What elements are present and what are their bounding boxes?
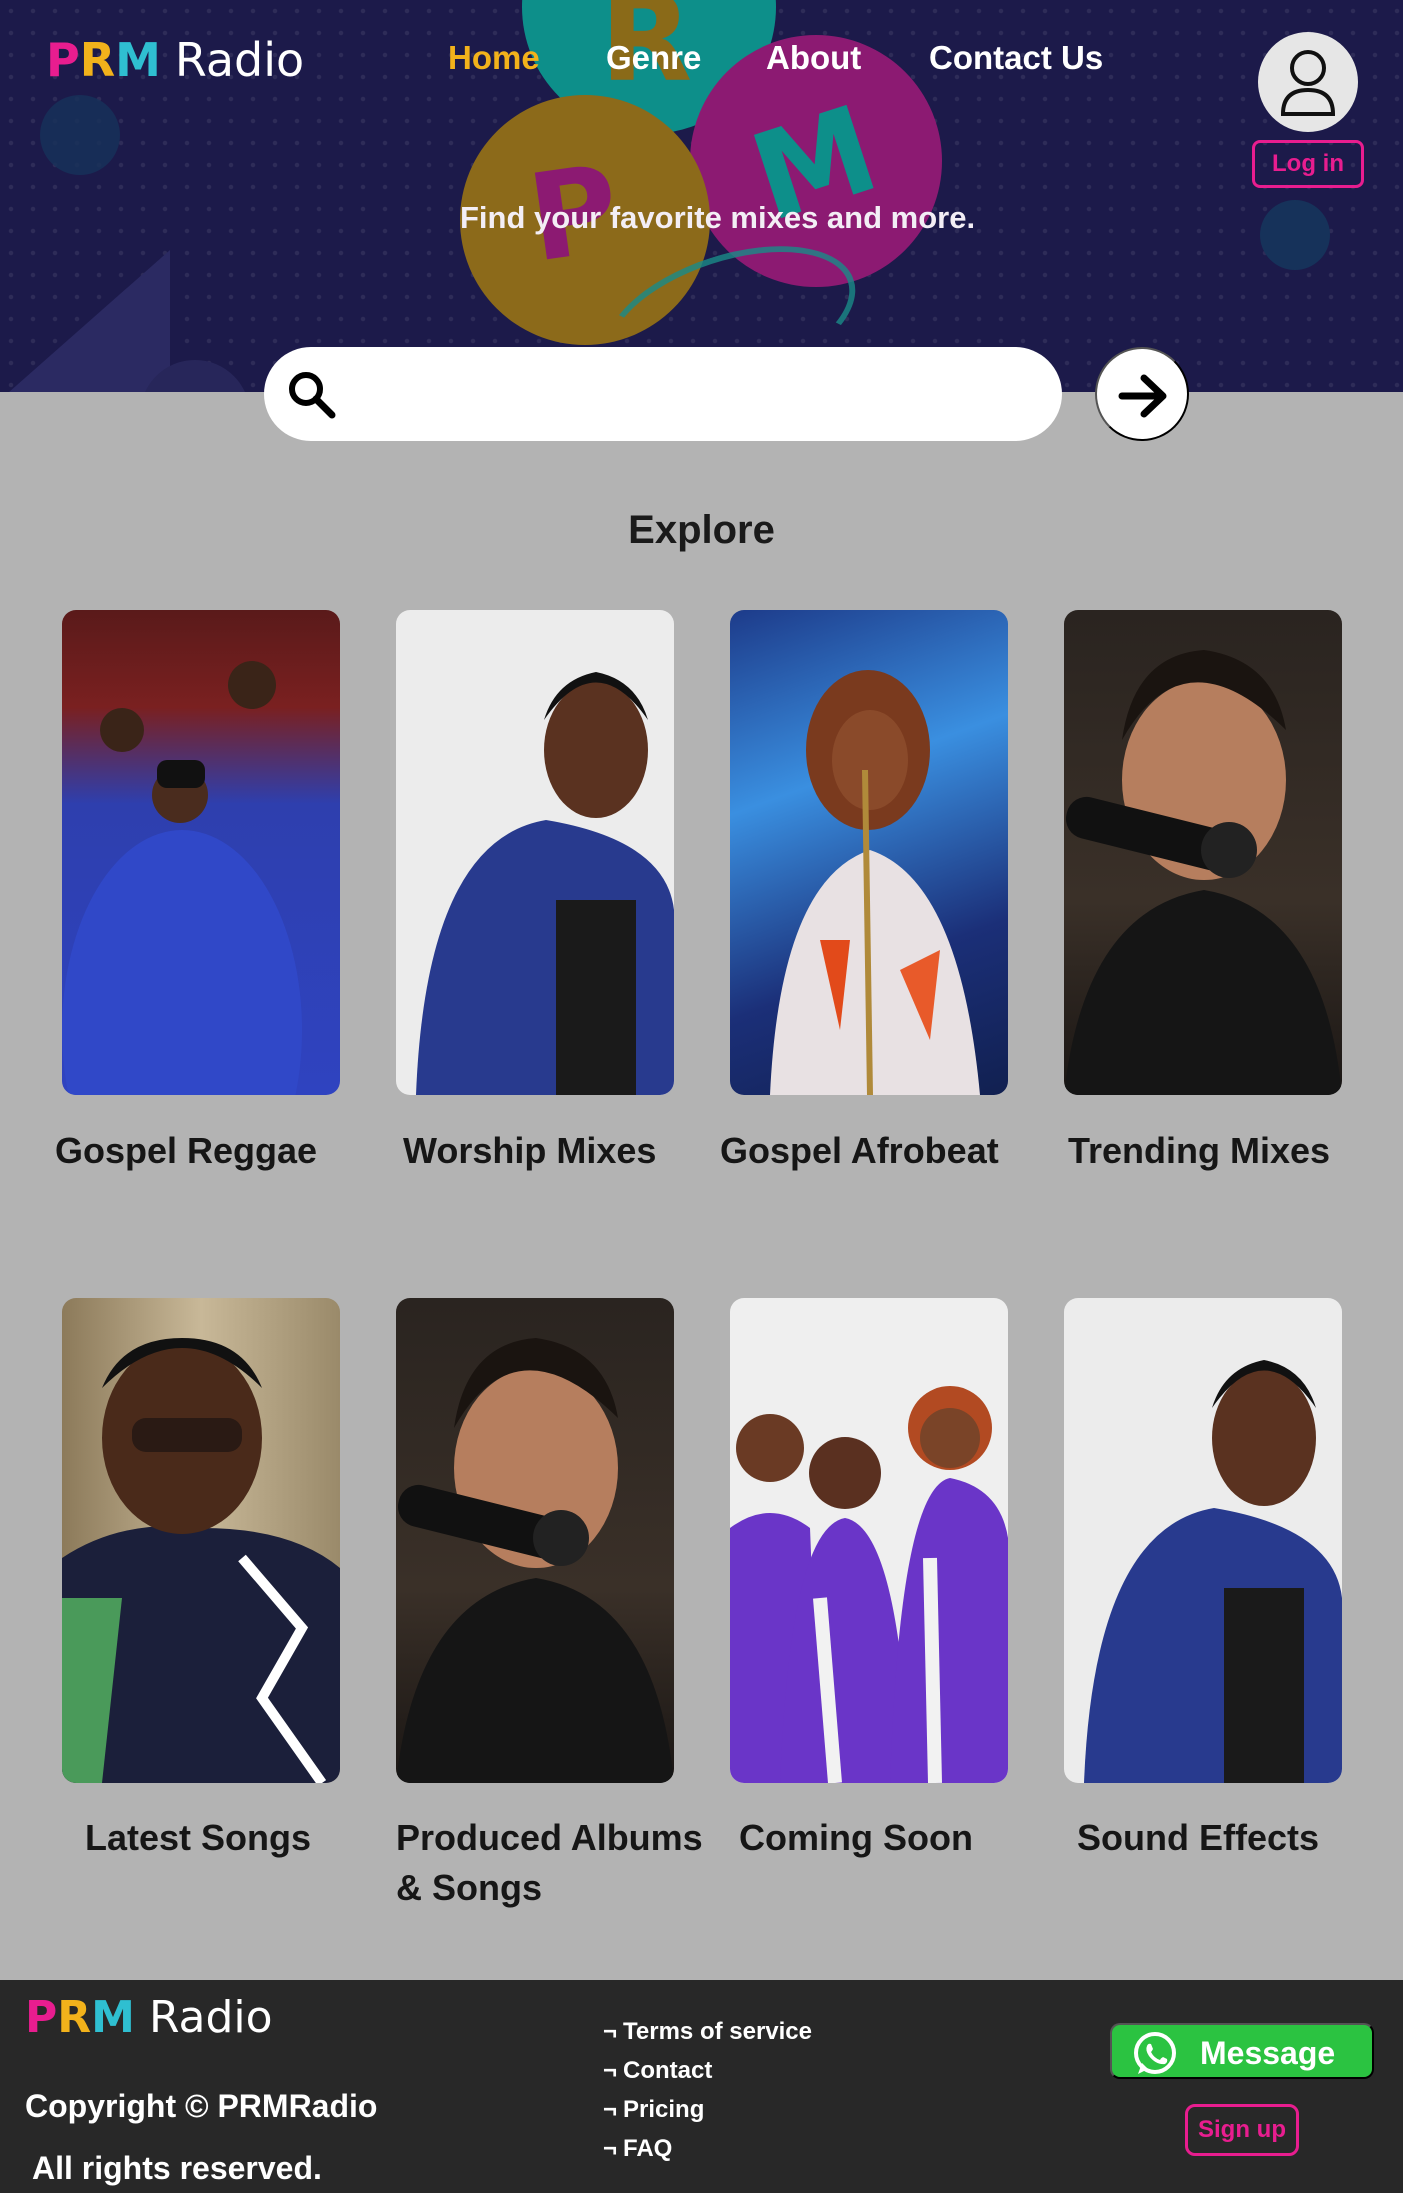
singer-mic-photo [1064,650,1342,1095]
decorative-triangle [0,250,170,392]
choir-photo [62,661,302,1095]
genre-card-label[interactable]: Sound Effects [1077,1813,1319,1863]
genre-card-image[interactable] [730,1298,1008,1783]
logo-letter-r: R [79,33,116,87]
choir-trio-photo [730,1386,1008,1783]
genre-card-image[interactable] [396,1298,674,1783]
genre-card-image[interactable] [1064,610,1342,1095]
footer-logo[interactable]: PRM Radio [25,1992,273,2044]
logo-word: Radio [174,33,305,87]
nav-contact-us[interactable]: Contact Us [929,36,1103,80]
genre-card-image[interactable] [62,1298,340,1783]
footer-links: ¬ Terms of service ¬ Contact ¬ Pricing ¬ FAQ [603,2012,812,2168]
message-label: Message [1200,2035,1336,2071]
performer-photo [770,670,980,1095]
search-bar [264,347,1062,441]
genre-card-image[interactable] [1064,1298,1342,1783]
singer-photo [1084,1360,1342,1783]
decorative-circle [1260,200,1330,270]
whatsapp-icon [1134,2032,1176,2074]
footer-link-contact[interactable]: ¬ Contact [603,2051,812,2090]
genre-card-label[interactable]: Gospel Afrobeat [720,1126,999,1176]
nav-home[interactable]: Home [448,36,606,80]
genre-card-label[interactable]: Produced Albums & Songs [396,1813,716,1913]
rights-text: All rights reserved. [32,2150,322,2186]
user-avatar[interactable] [1258,32,1358,132]
logo-letter-m: M [115,33,161,87]
singer-mic-photo [396,1338,674,1783]
logo-letter-p: P [46,33,80,87]
user-icon [1280,50,1336,116]
login-button[interactable]: Log in [1252,140,1364,188]
artist-sunglasses-photo [62,1338,340,1783]
search-input[interactable] [344,367,1034,421]
search-icon [289,372,336,419]
genre-card-label[interactable]: Coming Soon [739,1813,973,1863]
genre-card-label[interactable]: Worship Mixes [403,1126,656,1176]
signup-button[interactable]: Sign up [1185,2104,1299,2156]
search-submit-button[interactable] [1095,347,1189,441]
footer-link-terms[interactable]: ¬ Terms of service [603,2012,812,2051]
logo-letter-m: M [91,1992,135,2043]
singer-photo [416,672,674,1095]
whatsapp-message-button[interactable]: Message [1110,2023,1374,2079]
explore-heading: Explore [628,508,775,552]
hero-tagline: Find your favorite mixes and more. [460,200,976,235]
logo-letter-p: P [25,1992,58,2043]
logo-word: Radio [148,1992,273,2043]
footer-link-pricing[interactable]: ¬ Pricing [603,2090,812,2129]
genre-card-label[interactable]: Trending Mixes [1068,1126,1330,1176]
genre-card-image[interactable] [62,610,340,1095]
site-logo[interactable]: PRM Radio [46,32,304,88]
copyright-text: Copyright © PRMRadio [25,2088,378,2124]
nav-about[interactable]: About [766,36,929,80]
site-footer: PRM Radio Copyright © PRMRadio All rights… [0,1980,1403,2193]
hero-banner: R P M PRM Radio Home Genre About Contact … [0,0,1403,392]
genre-card-label[interactable]: Gospel Reggae [55,1126,317,1176]
main-nav: Home Genre About Contact Us [448,36,1103,80]
genre-card-label[interactable]: Latest Songs [85,1813,311,1863]
genre-card-image[interactable] [396,610,674,1095]
genre-card-image[interactable] [730,610,1008,1095]
arrow-right-icon [1118,374,1167,418]
logo-letter-r: R [57,1992,92,2043]
nav-genre[interactable]: Genre [606,36,766,80]
footer-link-faq[interactable]: ¬ FAQ [603,2129,812,2168]
decorative-circle [40,95,120,175]
